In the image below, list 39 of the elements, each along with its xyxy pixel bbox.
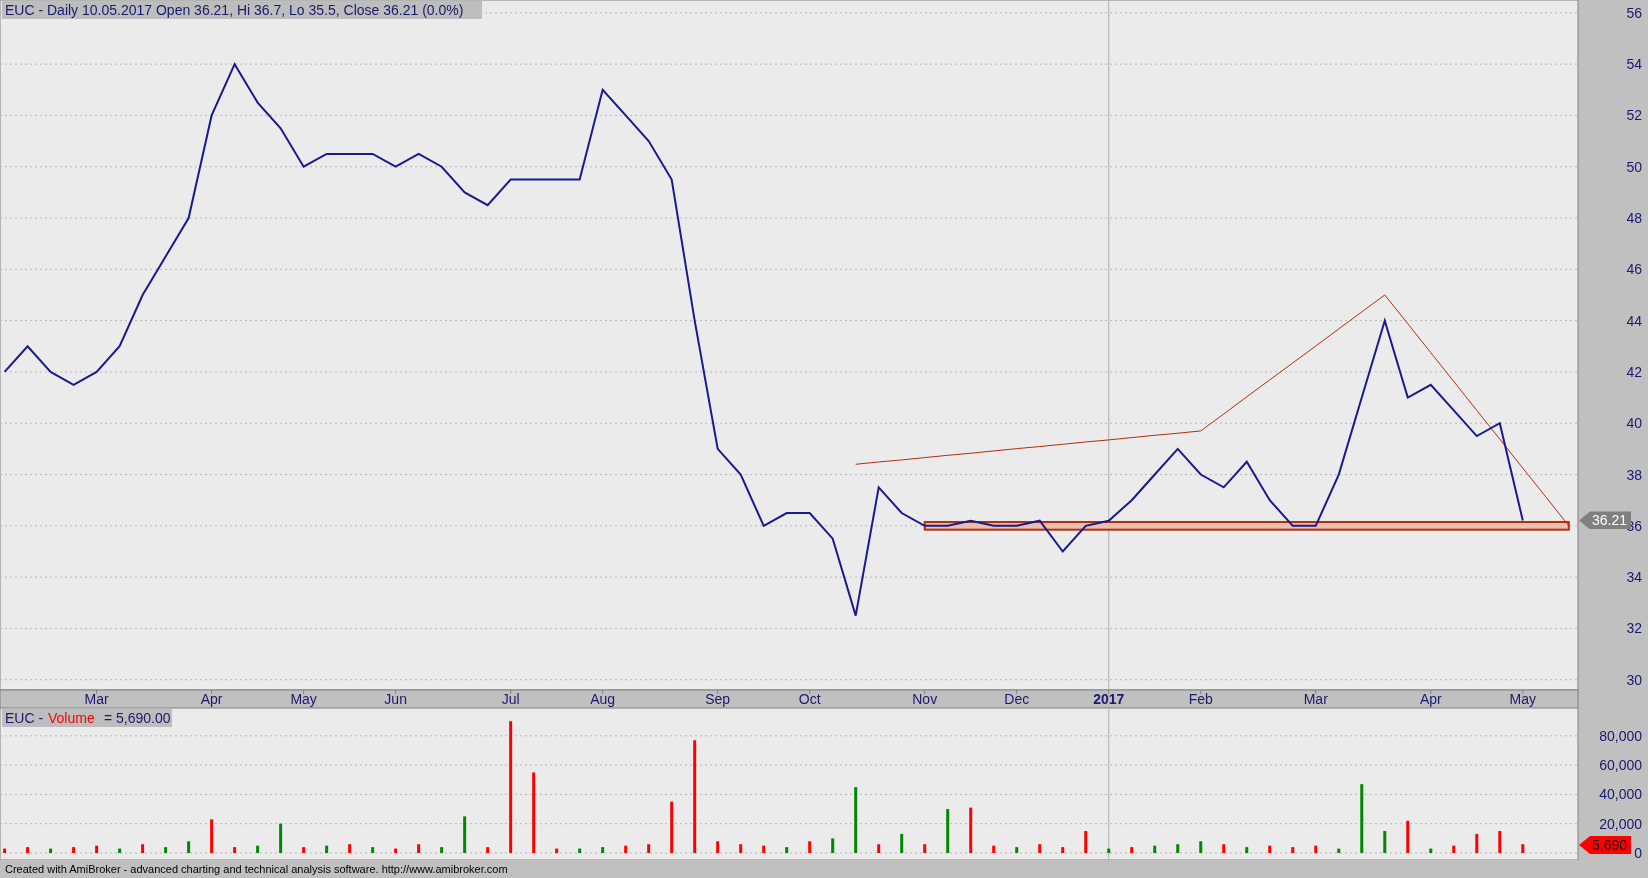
axis-label: 48 <box>1626 210 1642 227</box>
legend-symbol: EUC - <box>5 710 44 726</box>
axis-label: Aug <box>590 691 616 707</box>
legend-indicator: Volume <box>48 710 95 726</box>
axis-label: 54 <box>1626 56 1642 73</box>
axis-label: 40,000 <box>1599 786 1642 803</box>
axis-label: 80,000 <box>1599 727 1642 744</box>
axis-label: Dec <box>1004 691 1030 707</box>
axis-label: Apr <box>1419 691 1442 707</box>
axis-label: 30 <box>1626 671 1642 688</box>
axis-label: Jun <box>384 691 407 707</box>
chart-title: EUC - Daily 10.05.2017 Open 36.21, Hi 36.7, Lo 35.5, Close 36.21 (0.0%) <box>2 1 482 19</box>
axis-label: 40 <box>1626 415 1642 432</box>
axis-label: May <box>1509 691 1536 707</box>
axis-label: Nov <box>912 691 938 707</box>
axis-label: 20,000 <box>1599 815 1642 832</box>
axis-label: 2017 <box>1093 691 1125 707</box>
axis-label: Feb <box>1188 691 1213 707</box>
axis-label: May <box>290 691 317 707</box>
axis-label: 34 <box>1626 569 1642 586</box>
axis-label: Oct <box>798 691 821 707</box>
axis-label: 38 <box>1626 466 1642 483</box>
axis-label: Jul <box>501 691 520 707</box>
volume-badge: 5,690 <box>1579 836 1632 854</box>
axis-label: 32 <box>1626 620 1642 637</box>
axis-label: Mar <box>1303 691 1328 707</box>
axis-label: Apr <box>200 691 223 707</box>
axis-label: 52 <box>1626 107 1642 124</box>
status-text: Created with AmiBroker - advanced charting and technical analysis software. http://www.amibroker.com <box>4 862 509 877</box>
axis-label: 0 <box>1634 845 1642 860</box>
axis-label: 44 <box>1626 312 1642 329</box>
axis-label: Sep <box>705 691 731 707</box>
axis-label: 42 <box>1626 363 1642 380</box>
axis-label: Mar <box>84 691 109 707</box>
legend-value: = 5,690.00 <box>104 710 171 726</box>
axis-label: 50 <box>1626 158 1642 175</box>
axis-label: 46 <box>1626 261 1642 278</box>
axis-label: 60,000 <box>1599 757 1642 774</box>
axis-label: 56 <box>1626 4 1642 21</box>
